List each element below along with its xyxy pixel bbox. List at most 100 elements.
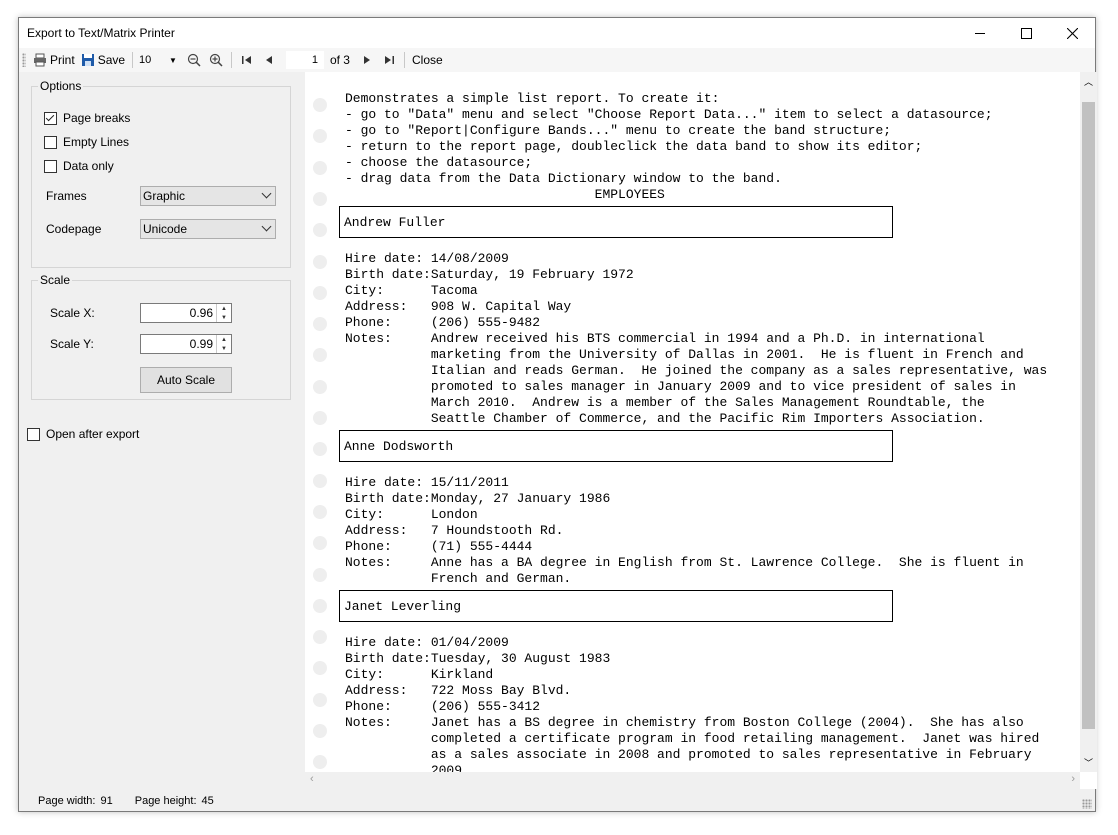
frames-label: Frames	[46, 189, 87, 203]
spin-down-icon[interactable]: ▼	[217, 313, 231, 322]
scale-group-label: Scale	[38, 273, 73, 287]
feed-hole	[313, 379, 327, 394]
spin-down-icon[interactable]: ▼	[217, 344, 231, 353]
close-icon	[1066, 27, 1078, 39]
zoom-in-icon[interactable]	[209, 53, 223, 67]
feed-hole	[313, 348, 327, 363]
empty-lines-check-icon	[44, 135, 57, 149]
minimize-icon	[975, 32, 985, 34]
page-width-label: Page width:	[38, 794, 96, 807]
page-height-value: 45	[201, 794, 214, 807]
horizontal-scrollbar[interactable]: ‹ ›	[305, 772, 1080, 789]
page-breaks-check-icon	[44, 111, 57, 125]
spin-up-icon[interactable]: ▲	[217, 335, 231, 344]
save-button[interactable]: Save	[78, 50, 128, 70]
spin-up-icon[interactable]: ▲	[217, 304, 231, 313]
print-label: Print	[50, 53, 75, 67]
previous-page-icon[interactable]	[263, 54, 275, 66]
scale-x-input[interactable]: 0.96 ▲ ▼	[140, 303, 232, 323]
vertical-scroll-thumb[interactable]	[1082, 102, 1095, 729]
print-button[interactable]: Print	[30, 50, 78, 70]
preview-line: Notes: Janet has a BS degree in chemistr…	[345, 715, 1024, 730]
scale-x-spinner[interactable]: ▲ ▼	[216, 304, 231, 322]
zoom-select[interactable]: 10	[137, 51, 169, 69]
maximize-button[interactable]	[1003, 18, 1049, 48]
open-after-export-label: Open after export	[46, 427, 140, 441]
frames-select[interactable]: Graphic	[140, 186, 276, 206]
last-page-icon[interactable]	[383, 54, 395, 66]
resize-grip-icon[interactable]	[1082, 799, 1092, 809]
preview-line: - drag data from the Data Dictionary win…	[345, 171, 782, 186]
preview-line: Hire date: 01/04/2009	[345, 635, 509, 650]
scale-y-label: Scale Y:	[50, 337, 94, 351]
zoom-value: 10	[139, 54, 152, 66]
scale-group: Scale Scale X: 0.96 ▲ ▼ Scale Y: 0.99 ▲ ▼ …	[31, 273, 291, 400]
preview-line: Birth date:Tuesday, 30 August 1983	[345, 651, 611, 666]
preview-line: City: London	[345, 507, 478, 522]
preview-line: Phone: (206) 555-9482	[345, 315, 541, 330]
chevron-down-icon	[261, 221, 272, 232]
toolbar-grip[interactable]	[22, 53, 26, 67]
close-preview-button[interactable]: Close	[409, 50, 446, 70]
chevron-down-icon	[261, 188, 272, 199]
preview-line: Italian and reads German. He joined the …	[345, 363, 1048, 378]
preview-line: Notes: Andrew received his BTS commercia…	[345, 331, 985, 346]
scroll-left-icon[interactable]: ‹	[310, 773, 314, 785]
scale-x-value: 0.96	[189, 306, 213, 320]
preview-line: promoted to sales manager in January 200…	[345, 379, 1016, 394]
open-after-export-checkbox[interactable]: Open after export	[27, 427, 139, 441]
codepage-select[interactable]: Unicode	[140, 219, 276, 239]
preview-line: Address: 722 Moss Bay Blvd.	[345, 683, 572, 698]
codepage-label: Codepage	[46, 222, 102, 236]
employee-name: Andrew Fuller	[344, 214, 446, 230]
close-label: Close	[411, 53, 443, 67]
vertical-scrollbar[interactable]: ︿ ﹀	[1080, 72, 1097, 772]
preview-line: Phone: (206) 555-3412	[345, 699, 541, 714]
preview-line: Seattle Chamber of Commerce, and the Pac…	[345, 411, 985, 426]
employee-name: Anne Dodsworth	[344, 438, 454, 454]
preview-line: Address: 7 Houndstooth Rd.	[345, 523, 564, 538]
minimize-button[interactable]	[957, 18, 1003, 48]
auto-scale-button[interactable]: Auto Scale	[140, 367, 232, 393]
preview-line: - return to the report page, doubleclick…	[345, 139, 923, 154]
feed-hole	[313, 129, 327, 144]
page-breaks-checkbox[interactable]: Page breaks	[44, 111, 130, 125]
scroll-right-icon[interactable]: ›	[1071, 773, 1075, 785]
scroll-down-icon[interactable]: ﹀	[1084, 756, 1093, 769]
save-icon	[81, 54, 94, 66]
scroll-up-icon[interactable]: ︿	[1084, 75, 1093, 88]
data-only-checkbox[interactable]: Data only	[44, 159, 114, 173]
scale-y-spinner[interactable]: ▲ ▼	[216, 335, 231, 353]
options-group-label: Options	[38, 79, 84, 93]
save-label: Save	[97, 53, 126, 67]
options-group: Options Page breaks Empty Lines Data onl…	[31, 79, 291, 268]
preview-line: completed a certificate program in food …	[345, 731, 1040, 746]
preview-line: City: Kirkland	[345, 667, 494, 682]
preview-line: Birth date:Saturday, 19 February 1972	[345, 267, 634, 282]
preview-line: - go to "Data" menu and select "Choose R…	[345, 107, 993, 122]
employee-name: Janet Leverling	[344, 598, 462, 614]
zoom-out-icon[interactable]	[187, 53, 201, 67]
zoom-dropdown-icon[interactable]: ▼	[169, 56, 177, 65]
close-window-button[interactable]	[1049, 18, 1095, 48]
text-preview[interactable]: Demonstrates a simple list report. To cr…	[305, 72, 1097, 789]
preview-line: Hire date: 15/11/2011	[345, 475, 509, 490]
scale-y-input[interactable]: 0.99 ▲ ▼	[140, 334, 232, 354]
codepage-value: Unicode	[143, 222, 188, 236]
data-only-label: Data only	[63, 159, 114, 173]
page-number-input[interactable]: 1	[285, 51, 324, 69]
page-height-label: Page height:	[134, 794, 197, 807]
printer-icon	[34, 53, 46, 67]
preview-line: - choose the datasource;	[345, 155, 533, 170]
first-page-icon[interactable]	[241, 54, 253, 66]
title-bar: Export to Text/Matrix Printer	[19, 18, 1095, 48]
window-title: Export to Text/Matrix Printer	[27, 26, 175, 40]
feed-hole	[313, 724, 327, 738]
preview-line: Birth date:Monday, 27 January 1986	[345, 491, 611, 506]
status-bar: Page width: 91 Page height: 45	[19, 789, 1095, 812]
frames-value: Graphic	[143, 189, 186, 203]
feed-hole	[313, 317, 327, 332]
next-page-icon[interactable]	[361, 54, 373, 66]
scale-y-value: 0.99	[189, 337, 213, 351]
empty-lines-checkbox[interactable]: Empty Lines	[44, 135, 129, 149]
